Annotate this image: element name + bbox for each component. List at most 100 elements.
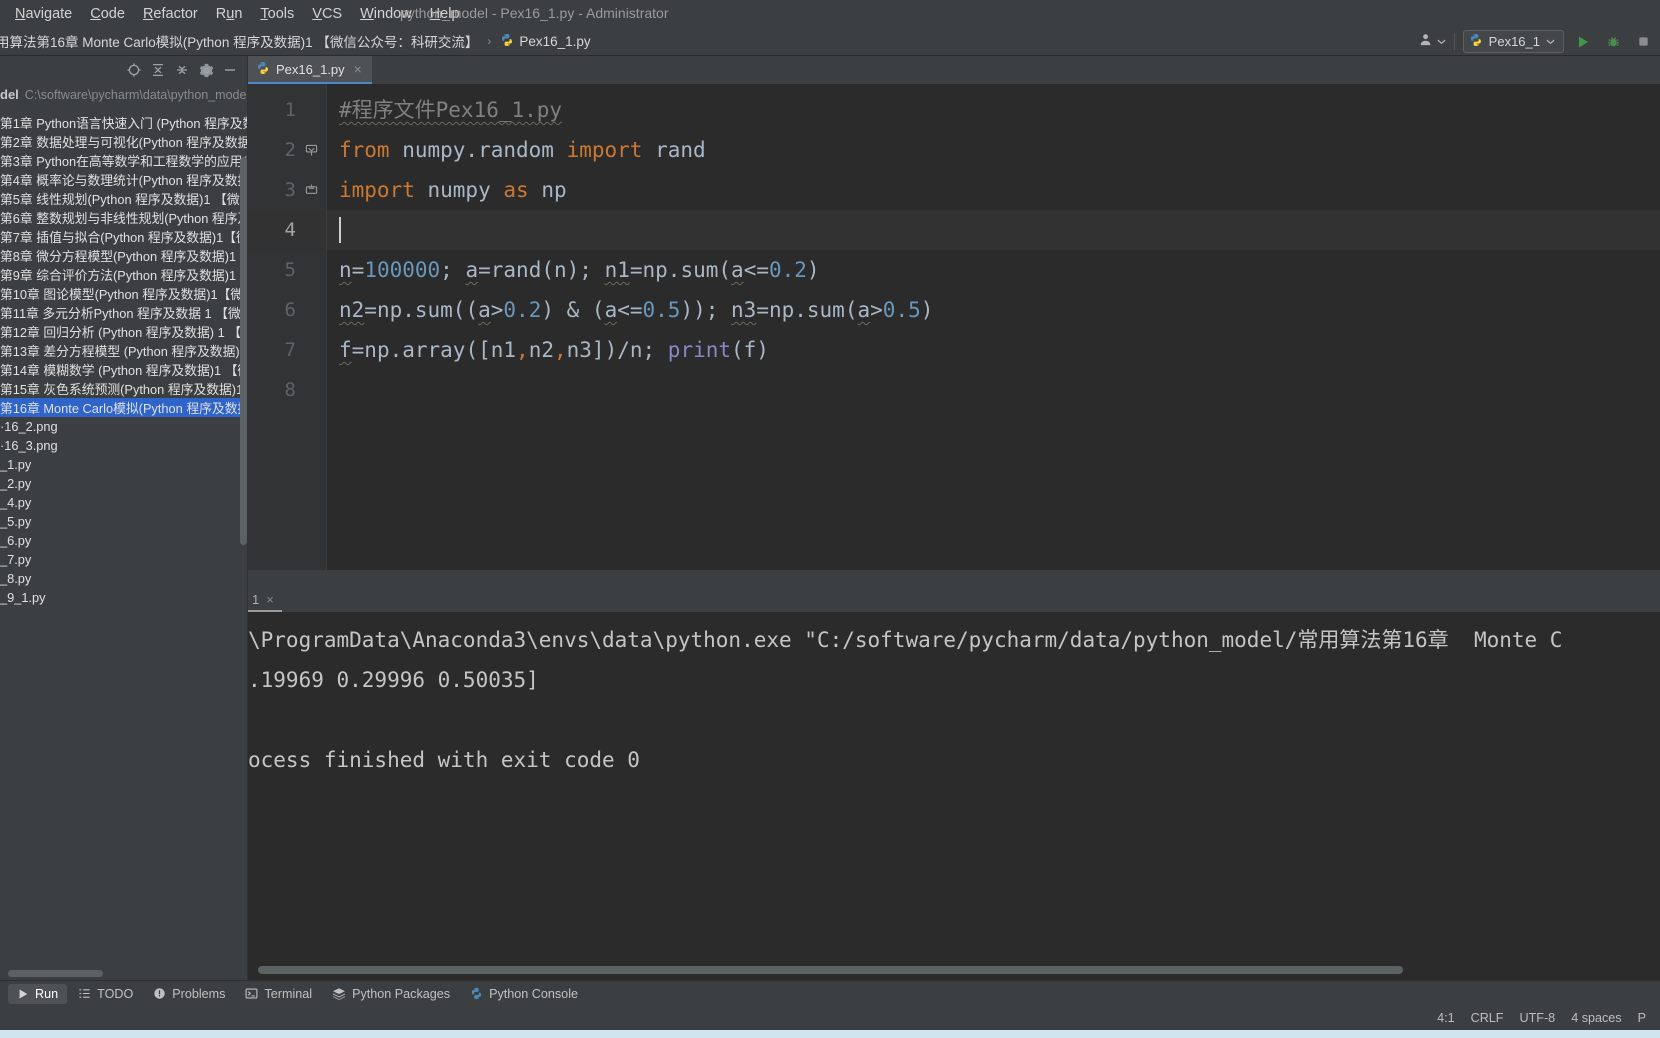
project-tree-item-1[interactable]: 第2章 数据处理与可视化(Python 程序及数据)1 【 bbox=[0, 132, 247, 151]
project-root-label: del bbox=[0, 87, 19, 102]
code-token: n bbox=[339, 258, 352, 282]
project-tree[interactable]: 第1章 Python语言快速入门 (Python 程序及数据 第2章 数据处理与可… bbox=[0, 105, 247, 980]
project-tree-item-2[interactable]: 第3章 Python在高等数学和工程数学的应用(Pyth bbox=[0, 151, 247, 170]
code-line-2[interactable]: from numpy.random import rand bbox=[327, 130, 1660, 170]
tool-window-button-python-console[interactable]: Python Console bbox=[461, 984, 587, 1004]
project-tree-item-8[interactable]: 第9章 综合评价方法(Python 程序及数据)1 【微信 bbox=[0, 265, 247, 284]
account-button[interactable] bbox=[1419, 32, 1446, 52]
project-tree-item-24[interactable]: _8.py bbox=[0, 569, 247, 588]
project-tree-item-4[interactable]: 第5章 线性规划(Python 程序及数据)1 【微信公众 bbox=[0, 189, 247, 208]
gutter-line-number-6[interactable]: 6 bbox=[248, 290, 326, 330]
project-tree-item-3[interactable]: 第4章 概率论与数理统计(Python 程序及数据)1 【 bbox=[0, 170, 247, 189]
tool-window-button-terminal[interactable]: Terminal bbox=[236, 984, 321, 1004]
text-caret bbox=[339, 217, 341, 243]
menu-refactor[interactable]: Refactor bbox=[134, 4, 207, 24]
project-tree-item-20[interactable]: _4.py bbox=[0, 493, 247, 512]
project-tree-item-25[interactable]: _9_1.py bbox=[0, 588, 247, 607]
locate-target-icon[interactable] bbox=[123, 59, 145, 81]
project-horizontal-scrollbar[interactable] bbox=[8, 970, 103, 977]
project-tree-item-0[interactable]: 第1章 Python语言快速入门 (Python 程序及数据 bbox=[0, 113, 247, 132]
code-token: numpy.random bbox=[389, 138, 567, 162]
gutter-line-number-8[interactable]: 8 bbox=[248, 370, 326, 410]
project-tree-item-23[interactable]: _7.py bbox=[0, 550, 247, 569]
tool-window-button-todo[interactable]: TODO bbox=[69, 984, 142, 1004]
tool-window-button-run[interactable]: Run bbox=[8, 983, 68, 1004]
project-tree-item-22[interactable]: _6.py bbox=[0, 531, 247, 550]
console-horizontal-scrollbar[interactable] bbox=[258, 966, 1403, 974]
project-root-path[interactable]: del C:\software\pycharm\data\python_mode bbox=[0, 84, 247, 105]
code-fold-up-icon[interactable] bbox=[304, 183, 318, 197]
project-tree-item-13[interactable]: 第14章 模糊数学 (Python 程序及数据)1 【微信公 bbox=[0, 360, 247, 379]
menu-code[interactable]: Code bbox=[81, 4, 134, 24]
breadcrumb-file[interactable]: Pex16_1.py bbox=[496, 32, 594, 51]
project-tree-item-9[interactable]: 第10章 图论模型(Python 程序及数据)1【微信公众 bbox=[0, 284, 247, 303]
breadcrumb: 用算法第16章 Monte Carlo模拟(Python 程序及数据)1 【微信… bbox=[0, 30, 595, 52]
project-tree-item-18[interactable]: _1.py bbox=[0, 455, 247, 474]
gutter-line-number-5[interactable]: 5 bbox=[248, 250, 326, 290]
code-token: a bbox=[478, 298, 491, 322]
project-tree-item-12[interactable]: 第13章 差分方程模型 (Python 程序及数据) 1 【 bbox=[0, 341, 247, 360]
hide-panel-icon[interactable] bbox=[219, 59, 241, 81]
code-line-7[interactable]: f=np.array([n1,n2,n3])/n; print(f) bbox=[327, 330, 1660, 370]
run-configuration-selector[interactable]: Pex16_1 bbox=[1462, 30, 1564, 53]
settings-gear-icon[interactable] bbox=[195, 59, 217, 81]
project-tree-item-14[interactable]: 第15章 灰色系统预测(Python 程序及数据)1 【微信 bbox=[0, 379, 247, 398]
run-tab-1[interactable]: 1 × bbox=[244, 588, 282, 612]
code-fold-down-icon[interactable] bbox=[304, 143, 318, 157]
menu-run[interactable]: Run bbox=[207, 4, 252, 24]
project-tree-item-19[interactable]: _2.py bbox=[0, 474, 247, 493]
project-tree-item-label: 第6章 整数规划与非线性规划(Python 程序及数据 bbox=[0, 211, 247, 226]
code-line-6[interactable]: n2=np.sum((a>0.2) & (a<=0.5)); n3=np.sum… bbox=[327, 290, 1660, 330]
console-line-3: ocess finished with exit code 0 bbox=[248, 748, 640, 772]
project-tree-item-7[interactable]: 第8章 微分方程模型(Python 程序及数据)1 【微信 bbox=[0, 246, 247, 265]
status-indent[interactable]: 4 spaces bbox=[1571, 1011, 1621, 1025]
menu-navigate[interactable]: Navigate bbox=[6, 4, 81, 24]
code-token: rand bbox=[642, 138, 706, 162]
code-editor[interactable]: #程序文件Pex16_1.py from numpy.random import … bbox=[326, 84, 1660, 570]
code-token: import bbox=[566, 138, 643, 162]
project-tree-item-11[interactable]: 第12章 回归分析 (Python 程序及数据) 1 【微信 bbox=[0, 322, 247, 341]
code-line-3[interactable]: import numpy as np bbox=[327, 170, 1660, 210]
collapse-all-icon[interactable] bbox=[171, 59, 193, 81]
project-tree-item-15[interactable]: 第16章 Monte Carlo模拟(Python 程序及数据)1 bbox=[0, 398, 247, 417]
expand-all-icon[interactable] bbox=[147, 59, 169, 81]
status-branch[interactable]: P bbox=[1638, 1011, 1646, 1025]
breadcrumb-folder[interactable]: 用算法第16章 Monte Carlo模拟(Python 程序及数据)1 【微信… bbox=[0, 30, 482, 52]
close-icon[interactable]: × bbox=[354, 61, 362, 77]
project-tree-item-16[interactable]: ·16_2.png bbox=[0, 417, 247, 436]
tool-window-button-problems[interactable]: Problems bbox=[144, 984, 234, 1004]
project-tree-item-label: 第15章 灰色系统预测(Python 程序及数据)1 【微信 bbox=[0, 382, 247, 397]
project-tree-item-6[interactable]: 第7章 插值与拟合(Python 程序及数据)1【微信公 bbox=[0, 227, 247, 246]
project-tree-item-21[interactable]: _5.py bbox=[0, 512, 247, 531]
run-button[interactable] bbox=[1572, 31, 1594, 53]
menu-vcs[interactable]: VCS bbox=[303, 4, 351, 24]
project-tree-item-17[interactable]: ·16_3.png bbox=[0, 436, 247, 455]
editor-tab-pex16-1[interactable]: Pex16_1.py × bbox=[248, 56, 372, 84]
gutter-line-number-4[interactable]: 4 bbox=[248, 210, 326, 250]
run-console-output[interactable]: \ProgramData\Anaconda3\envs\data\python.… bbox=[248, 612, 1660, 980]
code-token: 0.2 bbox=[503, 298, 542, 322]
close-icon[interactable]: × bbox=[266, 592, 274, 607]
status-caret-position[interactable]: 4:1 bbox=[1437, 1011, 1455, 1025]
code-line-5[interactable]: n=100000; a=rand(n); n1=np.sum(a<=0.2) bbox=[327, 250, 1660, 290]
project-tree-item-10[interactable]: 第11章 多元分析Python 程序及数据 1 【微信公 bbox=[0, 303, 247, 322]
project-tree-item-5[interactable]: 第6章 整数规划与非线性规划(Python 程序及数据 bbox=[0, 208, 247, 227]
gutter-line-number-7[interactable]: 7 bbox=[248, 330, 326, 370]
status-encoding[interactable]: UTF-8 bbox=[1520, 1011, 1556, 1025]
stop-button[interactable] bbox=[1632, 31, 1654, 53]
status-line-separator[interactable]: CRLF bbox=[1471, 1011, 1504, 1025]
project-tree-item-label: 第3章 Python在高等数学和工程数学的应用(Pyth bbox=[0, 154, 247, 169]
code-line-4[interactable] bbox=[327, 210, 1660, 250]
tool-window-button-python-packages[interactable]: Python Packages bbox=[323, 984, 459, 1004]
menu-tools[interactable]: Tools bbox=[251, 4, 303, 24]
gutter-line-number-1[interactable]: 1 bbox=[248, 90, 326, 130]
project-root-path-text: C:\software\pycharm\data\python_mode bbox=[24, 87, 247, 102]
editor-gutter[interactable]: 12345678 bbox=[248, 84, 326, 570]
code-line-8[interactable] bbox=[327, 370, 1660, 410]
run-tool-window: 1 × \ProgramData\Anaconda3\envs\data\pyt… bbox=[244, 588, 1660, 980]
code-line-1[interactable]: #程序文件Pex16_1.py bbox=[327, 90, 1660, 130]
pycharm-window: Navigate Code Refactor Run Tools VCS Win… bbox=[0, 0, 1660, 1038]
editor-column: Pex16_1.py × 12345678 #程序文件Pex16_1.py fro… bbox=[244, 56, 1660, 980]
project-vertical-scrollbar[interactable] bbox=[240, 157, 247, 545]
debug-button[interactable] bbox=[1602, 31, 1624, 53]
